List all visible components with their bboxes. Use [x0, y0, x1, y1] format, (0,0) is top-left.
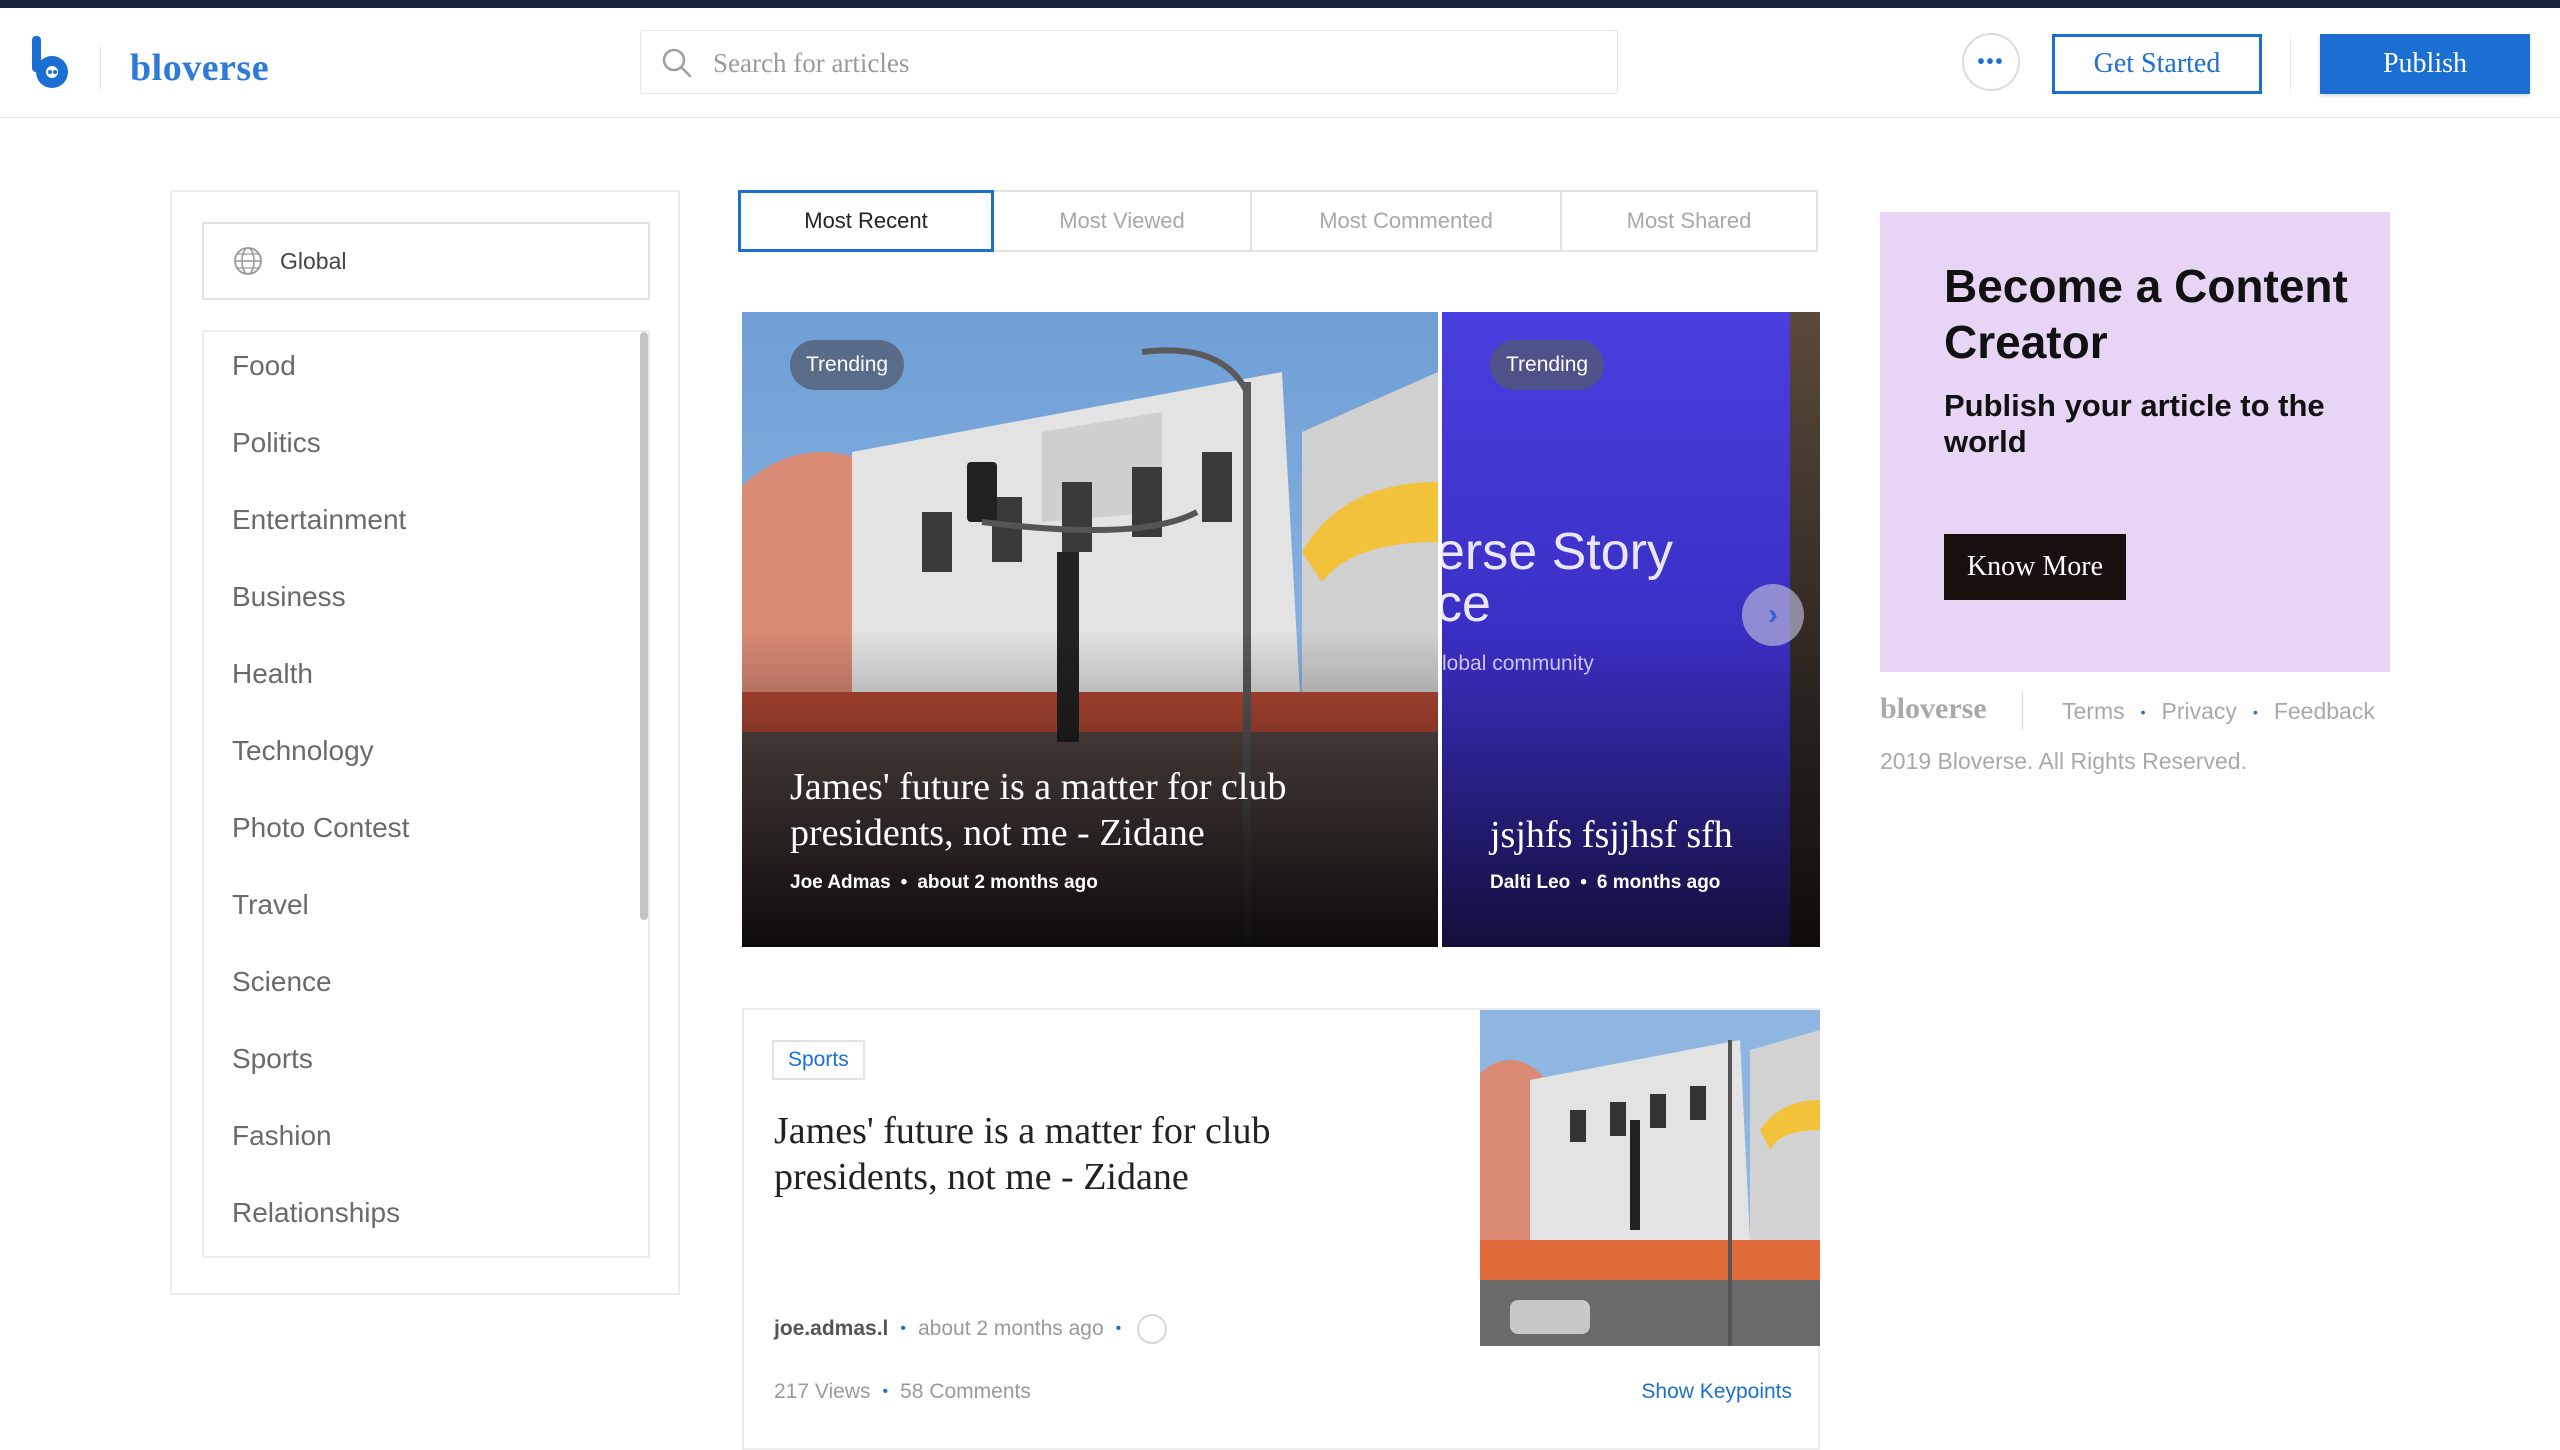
slide-author[interactable]: Dalti Leo [1490, 872, 1570, 893]
category-tag[interactable]: Sports [772, 1040, 865, 1080]
search-icon [662, 48, 692, 78]
category-item-health[interactable]: Health [232, 658, 313, 690]
search-input[interactable] [711, 31, 1595, 95]
footer-separator: • [2252, 703, 2258, 720]
category-item-entertainment[interactable]: Entertainment [232, 504, 406, 536]
category-item-food[interactable]: Food [232, 350, 296, 382]
comments-count[interactable]: 58 Comments [900, 1380, 1031, 1404]
meta-separator: • [882, 1383, 889, 1400]
get-started-button[interactable]: Get Started [2052, 34, 2262, 94]
category-scrollbar[interactable] [640, 332, 648, 920]
slide-title[interactable]: jsjhfs fsjjhsf sfh [1490, 812, 1810, 858]
carousel-next-button[interactable]: › [1742, 584, 1804, 646]
tab-most-viewed[interactable]: Most Viewed [992, 190, 1252, 252]
category-item-science[interactable]: Science [232, 966, 332, 998]
trending-badge: Trending [1490, 340, 1605, 390]
show-keypoints-link[interactable]: Show Keypoints [1641, 1380, 1792, 1404]
slide-title[interactable]: James' future is a matter for club presi… [790, 764, 1390, 856]
slide-overlay-subtext: lobal community [1442, 652, 1594, 675]
slide-time: 6 months ago [1596, 872, 1721, 893]
article-card[interactable]: Sports James' future is a matter for clu… [742, 1008, 1820, 1450]
category-item-sports[interactable]: Sports [232, 1043, 313, 1075]
status-ring-icon [1137, 1314, 1168, 1344]
tab-most-shared[interactable]: Most Shared [1560, 190, 1818, 252]
slide-time: about 2 months ago [917, 872, 1098, 893]
creator-promo-banner: Become a Content Creator Publish your ar… [1880, 212, 2390, 672]
category-item-relationships[interactable]: Relationships [232, 1197, 400, 1229]
category-list: Food Politics Entertainment Business Hea… [202, 330, 650, 1258]
article-author[interactable]: joe.admas.l [774, 1317, 888, 1341]
know-more-button[interactable]: Know More [1944, 534, 2126, 600]
category-sidebar: Global Food Politics Entertainment Busin… [170, 190, 680, 1295]
views-count: 217 Views [774, 1380, 871, 1403]
slide-author[interactable]: Joe Admas [790, 872, 891, 893]
tab-most-commented[interactable]: Most Commented [1250, 190, 1562, 252]
trending-badge: Trending [790, 340, 905, 390]
more-dots-icon: ••• [1977, 50, 2005, 73]
more-options-button[interactable]: ••• [1962, 33, 2020, 91]
category-item-fashion[interactable]: Fashion [232, 1120, 332, 1152]
brand-name[interactable]: bloverse [130, 46, 269, 90]
top-accent-strip [0, 0, 2560, 8]
category-item-technology[interactable]: Technology [232, 735, 374, 767]
trending-carousel: Trending James' future is a matter for c… [742, 312, 1820, 947]
footer-link-privacy[interactable]: Privacy [2162, 698, 2237, 725]
footer-divider [2022, 692, 2023, 730]
sort-tabs: Most Recent Most Viewed Most Commented M… [738, 190, 1820, 252]
thumbnail-photo-street [1480, 1010, 1820, 1346]
bloverse-logo-icon[interactable] [30, 34, 72, 92]
slide-meta: Dalti Leo • 6 months ago [1490, 872, 1721, 893]
article-title[interactable]: James' future is a matter for club presi… [774, 1108, 1414, 1200]
footer-brand[interactable]: bloverse [1880, 692, 1987, 726]
header-divider [2290, 38, 2291, 90]
slide-meta: Joe Admas • about 2 months ago [790, 872, 1098, 893]
region-label: Global [280, 247, 347, 274]
footer-link-terms[interactable]: Terms [2062, 698, 2125, 725]
category-item-travel[interactable]: Travel [232, 889, 309, 921]
tab-most-recent[interactable]: Most Recent [738, 190, 994, 252]
site-header: bloverse ••• Get Started Publish [0, 8, 2560, 118]
globe-icon [234, 247, 262, 275]
footer-separator: • [2140, 703, 2146, 720]
copyright-text: 2019 Bloverse. All Rights Reserved. [1880, 748, 2247, 774]
promo-title: Become a Content Creator [1944, 260, 2348, 368]
logo-divider [100, 46, 101, 90]
category-item-photo-contest[interactable]: Photo Contest [232, 812, 409, 844]
article-meta: joe.admas.l • about 2 months ago • [774, 1314, 1168, 1344]
region-selector[interactable]: Global [202, 222, 650, 300]
article-time: about 2 months ago [918, 1317, 1104, 1340]
footer-link-feedback[interactable]: Feedback [2274, 698, 2375, 725]
article-stats: 217 Views • 58 Comments [774, 1380, 1031, 1404]
carousel-slide[interactable]: Trending James' future is a matter for c… [742, 312, 1438, 947]
meta-separator: • [1115, 1320, 1122, 1337]
category-item-politics[interactable]: Politics [232, 427, 321, 459]
category-item-business[interactable]: Business [232, 581, 346, 613]
footer-links: Terms • Privacy • Feedback [2062, 698, 2375, 725]
slide-overlay-text: ce [1442, 575, 1491, 633]
publish-button[interactable]: Publish [2320, 34, 2530, 94]
slide-overlay-text: erse Story [1442, 523, 1673, 581]
article-thumbnail[interactable] [1480, 1010, 1820, 1346]
promo-subtitle: Publish your article to the world [1944, 388, 2325, 459]
search-box[interactable] [640, 30, 1618, 95]
chevron-right-icon: › [1768, 598, 1778, 631]
meta-separator: • [900, 1320, 906, 1337]
